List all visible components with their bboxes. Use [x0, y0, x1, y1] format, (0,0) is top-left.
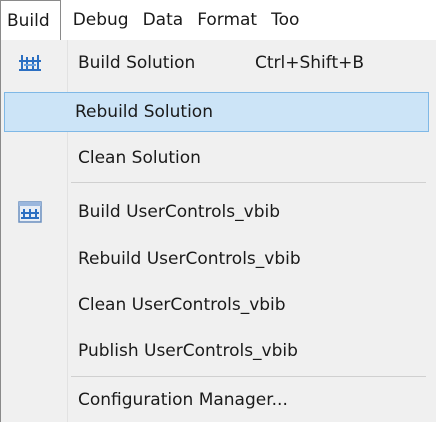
menu-item-label: Rebuild Solution — [75, 102, 213, 122]
menu-debug[interactable]: Debug — [61, 0, 143, 40]
menu-format[interactable]: Format — [197, 0, 271, 40]
screen: Build Debug Data Format Too Build Soluti… — [0, 0, 436, 422]
menu-bar: Build Debug Data Format Too — [0, 0, 436, 40]
menu-item-label: Build Solution — [78, 53, 196, 73]
menu-tools[interactable]: Too — [271, 0, 299, 40]
menu-item-clean-solution[interactable]: Clean Solution — [4, 138, 429, 178]
menu-data-label: Data — [142, 10, 184, 30]
menu-debug-label: Debug — [72, 10, 129, 30]
menu-item-build-project[interactable]: Build UserControls_vbib — [4, 192, 429, 232]
menu-item-configuration-manager[interactable]: Configuration Manager... — [4, 380, 429, 420]
menu-tools-label: Too — [271, 10, 300, 30]
menu-item-rebuild-solution[interactable]: Rebuild Solution — [4, 92, 429, 132]
menu-format-label: Format — [197, 10, 258, 30]
menu-item-label: Publish UserControls_vbib — [78, 341, 298, 361]
menu-item-label: Rebuild UserControls_vbib — [78, 249, 301, 269]
menu-data[interactable]: Data — [143, 0, 198, 40]
menu-item-label: Clean UserControls_vbib — [78, 295, 286, 315]
menu-item-shortcut: Ctrl+Shift+B — [255, 53, 365, 73]
menu-item-rebuild-project[interactable]: Rebuild UserControls_vbib — [4, 239, 429, 279]
menu-separator — [71, 182, 426, 183]
menu-item-label: Clean Solution — [78, 148, 201, 168]
menu-build-label: Build — [7, 10, 50, 31]
menu-item-clean-project[interactable]: Clean UserControls_vbib — [4, 285, 429, 325]
menu-item-publish-project[interactable]: Publish UserControls_vbib — [4, 331, 429, 371]
build-dropdown-menu: Build Solution Ctrl+Shift+B Rebuild Solu… — [0, 40, 436, 422]
menu-build[interactable]: Build — [0, 0, 61, 40]
menu-item-label: Configuration Manager... — [78, 390, 288, 410]
menu-item-build-solution[interactable]: Build Solution Ctrl+Shift+B — [4, 43, 429, 83]
build-solution-icon — [18, 52, 42, 74]
build-project-icon — [18, 201, 42, 223]
menu-item-label: Build UserControls_vbib — [78, 202, 280, 222]
menu-separator — [71, 376, 426, 377]
